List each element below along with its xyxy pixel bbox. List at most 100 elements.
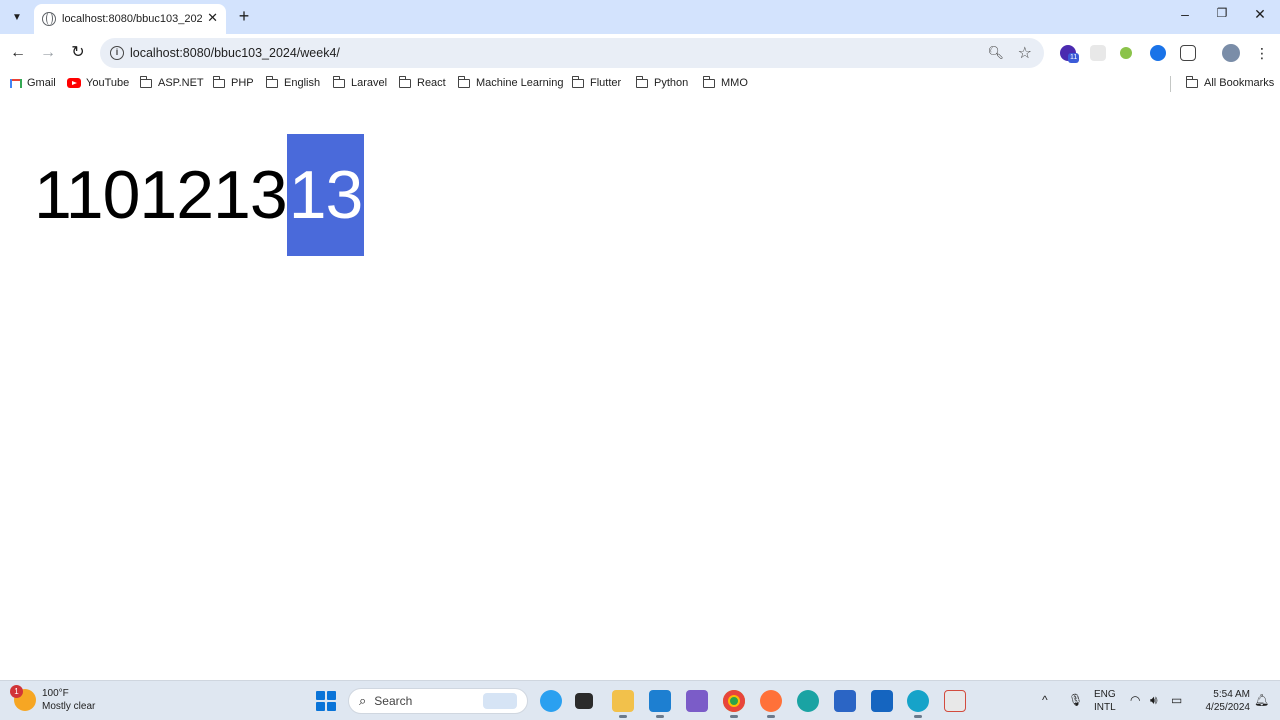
folder-icon [635,75,648,88]
folder-icon [332,75,345,88]
folder-icon [398,75,411,88]
all-bookmarks-button[interactable]: All Bookmarks [1185,75,1275,89]
profile-avatar[interactable] [1222,44,1240,62]
bookmark-folder-php[interactable]: PHP [212,75,254,89]
site-globe-icon [42,12,56,26]
battery-icon[interactable]: ▭ [1171,693,1182,707]
address-url[interactable]: localhost:8080/bbuc103_2024/week4/ [130,46,340,60]
folder-icon [571,75,584,88]
weather-desc: Mostly clear [42,701,96,712]
wifi-icon[interactable]: ◠ [1130,693,1140,707]
screen: ▼ localhost:8080/bbuc103_2024/v ✕ + – ❐ … [0,0,1280,720]
bookmark-label: English [284,77,321,89]
taskbar: 1 100°F Mostly clear ⌕ Search ^ 🎙︎ ENG I… [0,680,1280,720]
notification-bell-icon[interactable]: 🔔︎ [1254,693,1269,707]
volume-icon[interactable]: 🔊︎ [1150,693,1158,708]
microphone-icon[interactable]: 🎙︎ [1068,693,1083,707]
clock-date: 4/25/2024 [1205,702,1251,713]
search-icon: ⌕ [359,693,367,708]
site-info-icon[interactable]: i [110,46,124,60]
bookmark-label: Gmail [27,77,56,89]
clock-time: 5:54 AM [1213,689,1250,700]
youtube-icon [67,78,81,88]
extension-badge: 11 [1068,53,1080,63]
bookmark-label: MMO [721,77,748,89]
tab-close-icon[interactable]: ✕ [207,10,218,26]
extension-blue-play-icon[interactable] [1150,45,1166,61]
edge-icon[interactable] [797,690,819,712]
bookmark-label: Python [654,77,689,89]
folder-icon [212,75,225,88]
menu-kebab-icon[interactable]: ⋮ [1252,43,1272,63]
selected-text[interactable]: 13 [286,134,365,256]
forward-arrow-icon[interactable]: → [38,43,58,63]
weather-temp: 100°F [42,688,69,699]
restore-icon[interactable]: ❐ [1212,6,1232,20]
tab-search-chevron-icon[interactable]: ▼ [6,6,28,28]
output-numbers: 110121313 [34,134,365,256]
bookmark-folder-english[interactable]: English [265,75,321,89]
lang-bottom: INTL [1094,702,1116,713]
file-explorer-icon[interactable] [612,690,634,718]
search-highlight-icon [483,693,517,709]
app-red-icon[interactable] [944,690,966,712]
bookmark-folder-mmo[interactable]: MMO [702,75,748,89]
weather-widget[interactable]: 1 100°F Mostly clear [10,685,96,713]
folder-icon [265,75,278,88]
windows-start-icon[interactable] [316,691,336,711]
bookmark-gmail[interactable]: Gmail [10,77,56,89]
vscode-icon[interactable] [649,690,671,718]
bookmark-folder-machine-learning[interactable]: Machine Learning [457,75,563,89]
search-label: Search [374,694,413,708]
bookmark-label: PHP [231,77,254,89]
task-view-icon[interactable] [575,693,593,709]
tray-overflow-chevron-icon[interactable]: ^ [1042,693,1048,707]
lang-top: ENG [1094,689,1116,700]
language-indicator[interactable]: ENG INTL [1094,688,1116,714]
tab-active[interactable]: localhost:8080/bbuc103_2024/v ✕ [34,4,226,34]
bookmark-folder-react[interactable]: React [398,75,446,89]
copilot-icon[interactable] [540,690,562,712]
bookmark-youtube[interactable]: YouTube [67,77,129,89]
extension-green-icon[interactable] [1120,47,1132,59]
weather-sun-icon: 1 [10,685,36,711]
store-icon[interactable] [834,690,856,712]
bookmark-folder-laravel[interactable]: Laravel [332,75,388,89]
bookmarks-divider [1170,76,1171,92]
clock[interactable]: 5:54 AM 4/25/2024 [1196,688,1251,714]
gmail-icon [10,78,22,88]
back-arrow-icon[interactable]: ← [8,43,28,63]
extension-grey-icon[interactable] [1090,45,1106,61]
bookmark-folder-python[interactable]: Python [635,75,689,89]
bookmark-label: React [417,77,446,89]
minimize-icon[interactable]: – [1175,6,1195,22]
browser-toolbar: ← → ↻ i localhost:8080/bbuc103_2024/week… [0,34,1280,72]
bookmark-folder-aspnet[interactable]: ASP.NET [139,75,204,89]
chrome-icon[interactable] [723,690,745,718]
taskbar-search[interactable]: ⌕ Search [348,688,528,714]
output-text: 1101213 [34,157,288,233]
bookmark-label: YouTube [86,77,130,89]
firefox-icon[interactable] [760,690,782,718]
extension-purple-icon[interactable]: 11 [1060,45,1080,63]
bookmark-label: Flutter [590,77,622,89]
window-close-icon[interactable]: ✕ [1250,6,1270,23]
zoom-magnifier-icon[interactable]: 🔍︎ [987,45,1004,61]
extensions-puzzle-icon[interactable] [1180,45,1196,61]
new-tab-button[interactable]: + [234,6,254,26]
app-teal-icon[interactable] [907,690,929,718]
bookmark-star-icon[interactable]: ☆ [1018,43,1032,63]
bookmark-label: Laravel [351,77,388,89]
folder-icon [139,75,152,88]
bookmark-label: ASP.NET [158,77,204,89]
address-bar[interactable]: i localhost:8080/bbuc103_2024/week4/ 🔍︎ … [100,38,1044,68]
folder-icon [457,75,470,88]
tab-strip: ▼ localhost:8080/bbuc103_2024/v ✕ + – ❐ … [0,0,1280,34]
mail-icon[interactable] [871,690,893,712]
reload-icon[interactable]: ↻ [68,43,88,63]
page-content: 110121313 [0,96,1280,680]
all-bookmarks-label: All Bookmarks [1204,77,1275,89]
bookmark-folder-flutter[interactable]: Flutter [571,75,622,89]
visual-studio-icon[interactable] [686,690,708,712]
bookmarks-bar: Gmail YouTube ASP.NET PHP English Larave… [0,72,1280,96]
